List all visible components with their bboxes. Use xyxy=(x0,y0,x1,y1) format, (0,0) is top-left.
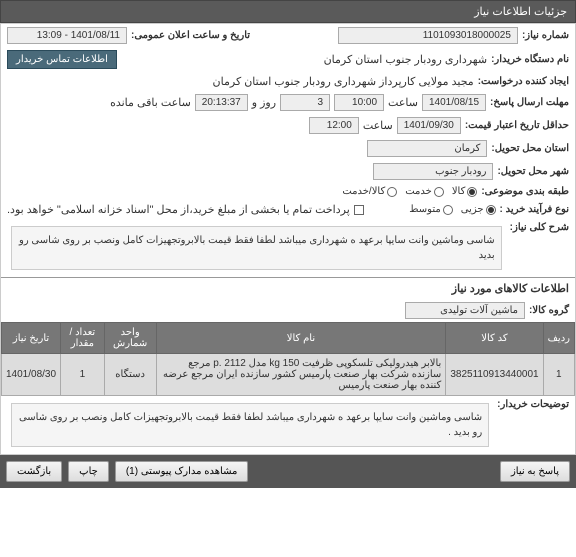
button-bar: پاسخ به نیاز مشاهده مدارک پیوستی (1) چاپ… xyxy=(0,455,576,488)
province-label: استان محل تحویل: xyxy=(491,143,569,154)
radio-service-label: خدمت xyxy=(405,186,432,197)
contact-buyer-button[interactable]: اطلاعات تماس خریدار xyxy=(7,50,117,69)
radio-proc-med[interactable] xyxy=(443,205,453,215)
remain-suffix: ساعت باقی مانده xyxy=(110,96,191,109)
table-row: 1 3825110913440001 بالابر هیدرولیکی تلسک… xyxy=(2,354,575,396)
panel-title: جزئیات اطلاعات نیاز xyxy=(474,6,567,18)
td-unit: دستگاه xyxy=(104,354,156,396)
goods-table: ردیف کد کالا نام کالا واحد شمارش تعداد /… xyxy=(1,322,575,396)
requester-label: ایجاد کننده درخواست: xyxy=(478,76,569,87)
th-qty: تعداد / مقدار xyxy=(61,323,105,354)
desc-text: شاسی وماشین وانت سایپا برعهد ه شهرداری م… xyxy=(19,235,495,261)
radio-proc-min[interactable] xyxy=(486,205,496,215)
notes-label: توضیحات خریدار: xyxy=(497,399,569,410)
remain-day-label: روز و xyxy=(252,96,276,109)
city-value: رودبار جنوب xyxy=(373,163,493,180)
process-label: نوع فرآیند خرید : xyxy=(500,204,569,215)
group-value: ماشین آلات تولیدی xyxy=(405,302,525,319)
process-radio-group: جزیی متوسط xyxy=(409,204,495,215)
notes-text: شاسی وماشین وانت سایپا برعهد ه شهرداری م… xyxy=(19,412,482,438)
td-row: 1 xyxy=(543,354,574,396)
validity-label: حداقل تاریخ اعتبار قیمت: xyxy=(465,120,569,131)
province-value: کرمان xyxy=(367,140,487,157)
remain-days: 3 xyxy=(280,94,330,111)
th-code: کد کالا xyxy=(446,323,543,354)
buyer-value: شهرداری رودبار جنوب استان کرمان xyxy=(324,53,488,66)
th-name: نام کالا xyxy=(156,323,446,354)
panel-header: جزئیات اطلاعات نیاز xyxy=(0,0,576,23)
reply-button[interactable]: پاسخ به نیاز xyxy=(500,461,570,482)
remain-time: 20:13:37 xyxy=(195,94,248,111)
attachments-button[interactable]: مشاهده مدارک پیوستی (1) xyxy=(115,461,249,482)
td-name: بالابر هیدرولیکی تلسکوپی ظرفیت kg 150 مد… xyxy=(156,354,446,396)
buyer-label: نام دستگاه خریدار: xyxy=(491,54,569,65)
radio-proc-min-label: جزیی xyxy=(461,204,484,215)
radio-proc-med-label: متوسط xyxy=(409,204,440,215)
time-label-1: ساعت xyxy=(388,96,418,109)
notes-box: شاسی وماشین وانت سایپا برعهد ه شهرداری م… xyxy=(11,403,489,447)
need-no-label: شماره نیاز: xyxy=(522,30,569,41)
th-date: تاریخ نیاز xyxy=(2,323,61,354)
desc-label: شرح کلی نیاز: xyxy=(510,222,569,233)
td-date: 1401/08/30 xyxy=(2,354,61,396)
city-label: شهر محل تحویل: xyxy=(497,166,569,177)
print-button[interactable]: چاپ xyxy=(68,461,109,482)
th-row: ردیف xyxy=(543,323,574,354)
radio-both[interactable] xyxy=(387,187,397,197)
requester-value: مجید مولایی کارپرداز شهرداری رودبار جنوب… xyxy=(213,75,474,88)
radio-both-label: کالا/خدمت xyxy=(342,186,385,197)
goods-section-title: اطلاعات کالاهای مورد نیاز xyxy=(1,277,575,299)
payment-checkbox[interactable] xyxy=(354,205,364,215)
deadline-time: 10:00 xyxy=(334,94,384,111)
category-radio-group: کالا خدمت کالا/خدمت xyxy=(342,186,477,197)
group-label: گروه کالا: xyxy=(529,305,569,316)
td-code: 3825110913440001 xyxy=(446,354,543,396)
radio-goods[interactable] xyxy=(467,187,477,197)
deadline-label: مهلت ارسال پاسخ: xyxy=(490,97,569,108)
validity-date: 1401/09/30 xyxy=(397,117,461,134)
announce-value: 1401/08/11 - 13:09 xyxy=(7,27,127,44)
deadline-date: 1401/08/15 xyxy=(422,94,486,111)
radio-service[interactable] xyxy=(434,187,444,197)
announce-label: تاریخ و ساعت اعلان عمومی: xyxy=(131,30,250,41)
time-label-2: ساعت xyxy=(363,119,393,132)
desc-box: شاسی وماشین وانت سایپا برعهد ه شهرداری م… xyxy=(11,226,502,270)
category-label: طبقه بندی موضوعی: xyxy=(481,186,569,197)
payment-note: پرداخت تمام یا بخشی از مبلغ خرید،از محل … xyxy=(7,203,350,216)
th-unit: واحد شمارش xyxy=(104,323,156,354)
radio-goods-label: کالا xyxy=(452,186,466,197)
td-qty: 1 xyxy=(61,354,105,396)
back-button[interactable]: بازگشت xyxy=(6,461,62,482)
need-no-value: 1101093018000025 xyxy=(338,27,518,44)
validity-time: 12:00 xyxy=(309,117,359,134)
